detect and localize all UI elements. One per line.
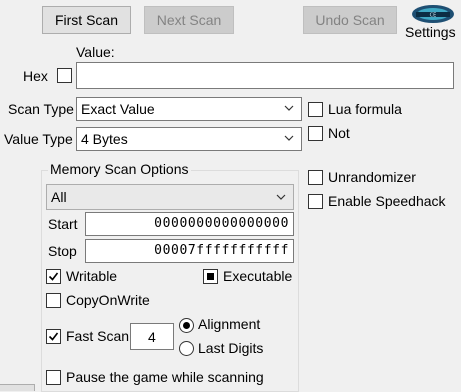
- writable-label: Writable: [66, 268, 118, 284]
- pause-game-label: Pause the game while scanning: [66, 369, 264, 385]
- scan-type-label: Scan Type: [8, 101, 74, 117]
- cheat-engine-logo[interactable]: CE: [410, 4, 456, 24]
- value-type-value: 4 Bytes: [81, 131, 128, 147]
- svg-text:CE: CE: [430, 13, 437, 19]
- alignment-label: Alignment: [198, 316, 261, 332]
- last-digits-radio[interactable]: [179, 341, 194, 356]
- undo-scan-button[interactable]: Undo Scan: [303, 6, 397, 34]
- hex-label: Hex: [23, 68, 48, 84]
- value-type-label: Value Type: [4, 131, 73, 147]
- chevron-down-icon: [284, 105, 294, 111]
- first-scan-button[interactable]: First Scan: [42, 6, 131, 34]
- executable-label: Executable: [223, 268, 293, 284]
- value-type-select[interactable]: 4 Bytes: [76, 127, 302, 151]
- unrandomizer-label: Unrandomizer: [328, 169, 416, 185]
- fast-scan-label: Fast Scan: [66, 328, 130, 344]
- checkmark-icon: [48, 332, 59, 341]
- memory-region-value: All: [51, 189, 67, 205]
- value-input[interactable]: [76, 62, 454, 89]
- scan-type-select[interactable]: Exact Value: [76, 97, 302, 121]
- fast-scan-checkbox[interactable]: [46, 329, 61, 344]
- scan-type-value: Exact Value: [81, 101, 155, 117]
- chevron-down-icon: [284, 135, 294, 141]
- alignment-radio[interactable]: [179, 318, 194, 333]
- settings-link[interactable]: Settings: [405, 24, 456, 40]
- not-label: Not: [328, 125, 350, 141]
- lua-formula-label: Lua formula: [328, 101, 402, 117]
- next-scan-button[interactable]: Next Scan: [144, 6, 234, 34]
- stop-address-input[interactable]: 00007fffffffffff: [85, 239, 294, 263]
- executable-checkbox[interactable]: [203, 269, 218, 284]
- start-label: Start: [48, 216, 78, 232]
- hex-checkbox[interactable]: [57, 68, 72, 83]
- start-address-input[interactable]: 0000000000000000: [85, 212, 294, 236]
- checkmark-icon: [48, 272, 59, 281]
- unrandomizer-checkbox[interactable]: [308, 170, 323, 185]
- speedhack-label: Enable Speedhack: [328, 193, 446, 209]
- fast-scan-value-input[interactable]: 4: [130, 323, 174, 350]
- memory-scan-options-title: Memory Scan Options: [48, 161, 191, 177]
- writable-checkbox[interactable]: [46, 269, 61, 284]
- stop-label: Stop: [48, 243, 77, 259]
- copy-on-write-checkbox[interactable]: [46, 293, 61, 308]
- not-checkbox[interactable]: [308, 126, 323, 141]
- speedhack-checkbox[interactable]: [308, 194, 323, 209]
- value-label: Value:: [76, 44, 115, 60]
- copy-on-write-label: CopyOnWrite: [66, 292, 150, 308]
- chevron-down-icon: [276, 194, 286, 200]
- memory-region-select[interactable]: All: [46, 184, 294, 210]
- last-digits-label: Last Digits: [198, 340, 264, 356]
- lua-formula-checkbox[interactable]: [308, 102, 323, 117]
- pause-game-checkbox[interactable]: [46, 370, 61, 385]
